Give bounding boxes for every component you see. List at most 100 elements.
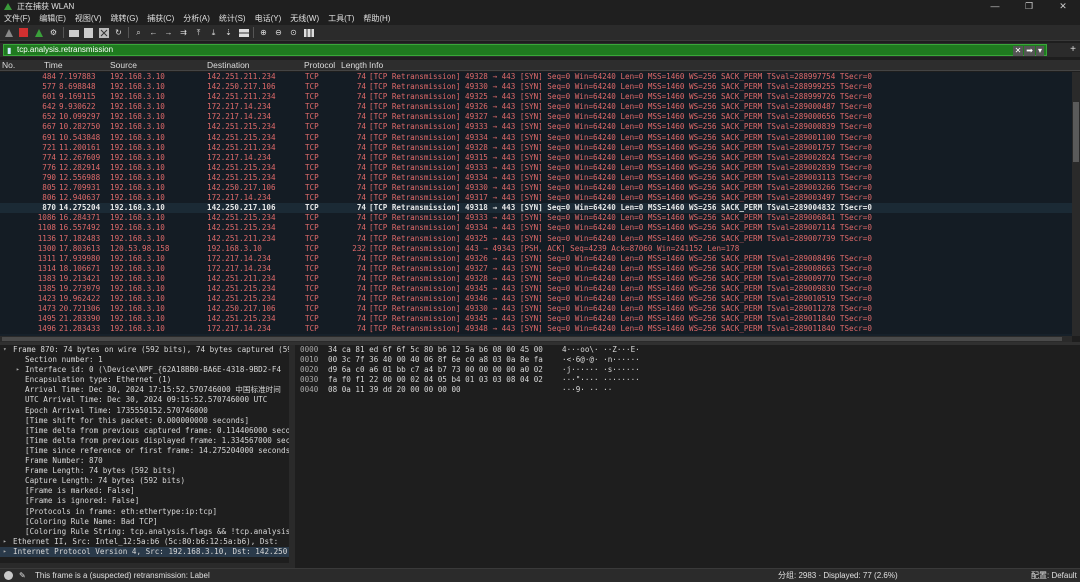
packet-row[interactable]: 805 12.709931 192.168.3.10 142.250.217.106 T…: [0, 183, 1072, 194]
resize-columns-icon[interactable]: [303, 27, 314, 38]
detail-tree-item[interactable]: [Frame is ignored: False]: [0, 496, 289, 506]
last-packet-icon[interactable]: ⤓: [208, 27, 219, 38]
menu-telephony[interactable]: 电话(Y): [255, 13, 282, 24]
hex-row[interactable]: 0020 d9 6a c0 a6 01 bb c7 a4 b7 73 00 00 …: [296, 365, 1080, 375]
packet-row[interactable]: 691 10.543848 192.168.3.10 142.251.215.234 T…: [0, 132, 1072, 143]
detail-tree-item[interactable]: Section number: 1: [0, 355, 289, 365]
normal-size-icon[interactable]: ⊙: [288, 27, 299, 38]
packet-row[interactable]: 1136 17.182483 192.168.3.10 142.251.211.234…: [0, 233, 1072, 244]
packet-row[interactable]: 1383 19.213421 192.168.3.10 142.251.211.234…: [0, 273, 1072, 284]
hex-row[interactable]: 0000 34 ca 81 ed 6f 6f 5c 80 b6 12 5a b6 …: [296, 345, 1080, 355]
scrollbar-thumb[interactable]: [2, 337, 1062, 341]
detail-tree-item[interactable]: Frame Number: 870: [0, 456, 289, 466]
detail-tree-item[interactable]: Encapsulation type: Ethernet (1): [0, 375, 289, 385]
menu-capture[interactable]: 捕获(C): [147, 13, 174, 24]
packet-row[interactable]: 652 10.099297 192.168.3.10 172.217.14.234 TC…: [0, 112, 1072, 123]
clear-filter-icon[interactable]: ✕: [1012, 46, 1024, 56]
recent-filters-chevron-icon[interactable]: ▾: [1035, 46, 1044, 56]
column-header-length[interactable]: Length: [341, 60, 367, 71]
bookmark-icon[interactable]: ▮: [7, 46, 11, 55]
detail-tree-item[interactable]: Frame Length: 74 bytes (592 bits): [0, 466, 289, 476]
reload-file-icon[interactable]: ↻: [113, 27, 124, 38]
display-filter-input[interactable]: ▮ tcp.analysis.retransmission ✕ ➡ ▾: [3, 44, 1047, 56]
add-filter-button-icon[interactable]: +: [1070, 43, 1076, 57]
column-header-time[interactable]: Time: [44, 60, 63, 71]
hex-row[interactable]: 0040 08 0a 11 39 dd 20 00 00 00 00 ···9· ·…: [296, 385, 1080, 395]
detail-tree-item[interactable]: [Coloring Rule Name: Bad TCP]: [0, 517, 289, 527]
collapse-arrow-icon[interactable]: ▸: [16, 365, 20, 375]
hex-row[interactable]: 0010 00 3c 7f 36 40 00 40 06 8f 6e c0 a8 …: [296, 355, 1080, 365]
column-header-protocol[interactable]: Protocol: [304, 60, 335, 71]
close-file-icon[interactable]: [98, 27, 109, 38]
hex-row[interactable]: 0030 fa f0 f1 22 00 00 02 04 05 b4 01 03 …: [296, 375, 1080, 385]
colorize-icon[interactable]: [238, 27, 249, 38]
packet-row[interactable]: 1300 17.803613 120.53.98.158 192.168.3.10 TC…: [0, 243, 1072, 254]
packet-row[interactable]: 790 12.556988 192.168.3.10 142.251.215.234 T…: [0, 172, 1072, 184]
go-forward-arrow-icon[interactable]: →: [163, 27, 174, 38]
collapse-arrow-icon[interactable]: ▸: [3, 547, 7, 557]
column-header-info[interactable]: Info: [369, 60, 383, 71]
display-filter-text[interactable]: tcp.analysis.retransmission: [17, 45, 113, 55]
packet-list-vertical-scrollbar[interactable]: [1072, 72, 1080, 336]
column-header-destination[interactable]: Destination: [207, 60, 250, 71]
packet-row[interactable]: 577 8.698848 192.168.3.10 142.250.217.106 TC…: [0, 82, 1072, 93]
packet-row[interactable]: 806 12.940637 192.168.3.10 172.217.14.234 TC…: [0, 193, 1072, 204]
packet-bytes-pane[interactable]: 0000 34 ca 81 ed 6f 6f 5c 80 b6 12 5a b6 …: [296, 345, 1080, 568]
detail-tree-item[interactable]: ▾ Frame 870: 74 bytes on wire (592 bits),…: [0, 345, 289, 355]
detail-tree-item[interactable]: [Protocols in frame: eth:ethertype:ip:tc…: [0, 507, 289, 517]
detail-tree-item[interactable]: Arrival Time: Dec 30, 2024 17:15:52.5707…: [0, 385, 289, 395]
packet-details-tree[interactable]: ▾ Frame 870: 74 bytes on wire (592 bits),…: [0, 345, 289, 563]
expert-info-icon[interactable]: [4, 571, 13, 580]
detail-tree-item[interactable]: Epoch Arrival Time: 1735550152.570746000: [0, 406, 289, 416]
menu-statistics[interactable]: 统计(S): [219, 13, 246, 24]
menu-analyze[interactable]: 分析(A): [183, 13, 210, 24]
profile-label[interactable]: 配置: Default: [1031, 569, 1077, 582]
packet-list[interactable]: 484 7.197883 192.168.3.10 142.251.211.234 TC…: [0, 72, 1072, 336]
menu-wireless[interactable]: 无线(W): [290, 13, 319, 24]
save-file-icon[interactable]: [83, 27, 94, 38]
packet-row[interactable]: 1086 16.284371 192.168.3.10 142.251.215.234…: [0, 213, 1072, 224]
open-file-icon[interactable]: [68, 27, 79, 38]
column-header-no[interactable]: No.: [2, 60, 15, 71]
packet-row[interactable]: 642 9.930622 192.168.3.10 172.217.14.234 TCP…: [0, 102, 1072, 113]
first-packet-icon[interactable]: ⤒: [193, 27, 204, 38]
detail-tree-item[interactable]: [Time since reference or first frame: 14…: [0, 446, 289, 456]
details-vertical-scrollbar[interactable]: [289, 345, 295, 563]
menu-help[interactable]: 帮助(H): [363, 13, 390, 24]
scrollbar-thumb[interactable]: [1073, 102, 1079, 162]
packet-row[interactable]: 667 10.282750 192.168.3.10 142.251.215.234 T…: [0, 122, 1072, 133]
go-to-packet-icon[interactable]: ⇉: [178, 27, 189, 38]
restart-capture-icon[interactable]: [33, 27, 44, 38]
collapse-arrow-icon[interactable]: ▸: [3, 537, 7, 547]
detail-tree-item[interactable]: Capture Length: 74 bytes (592 bits): [0, 476, 289, 486]
packet-row[interactable]: 721 11.200161 192.168.3.10 142.251.211.234 T…: [0, 142, 1072, 153]
start-capture-fin-icon[interactable]: [3, 27, 14, 38]
packet-row[interactable]: 1311 17.939980 192.168.3.10 172.217.14.234 T…: [0, 253, 1072, 264]
detail-tree-item[interactable]: ▸ Internet Protocol Version 4, Src: 192.1…: [0, 546, 289, 557]
packet-row[interactable]: 774 12.267609 192.168.3.10 172.217.14.234 TC…: [0, 152, 1072, 163]
capture-file-properties-icon[interactable]: ✎: [19, 569, 26, 582]
packet-row[interactable]: 1108 16.557492 192.168.3.10 142.251.215.234…: [0, 223, 1072, 234]
capture-options-gear-icon[interactable]: ⚙: [48, 27, 59, 38]
find-packet-search-icon[interactable]: ⌕: [133, 27, 144, 38]
packet-row[interactable]: 1496 21.283433 192.168.3.10 172.217.14.234 T…: [0, 324, 1072, 335]
packet-row[interactable]: 601 9.169115 192.168.3.10 142.251.211.234 TC…: [0, 92, 1072, 103]
apply-filter-icon[interactable]: ➡: [1024, 46, 1035, 56]
minimize-icon[interactable]: —: [978, 0, 1012, 12]
packet-row[interactable]: 1385 19.273979 192.168.3.10 142.251.215.234…: [0, 283, 1072, 295]
packet-row[interactable]: 870 14.275204 192.168.3.10 142.250.217.106 T…: [0, 203, 1072, 214]
packet-row[interactable]: 776 12.282914 192.168.3.10 142.251.215.234 T…: [0, 162, 1072, 173]
menu-file[interactable]: 文件(F): [4, 13, 30, 24]
zoom-out-icon[interactable]: ⊖: [273, 27, 284, 38]
packet-row[interactable]: 1495 21.283390 192.168.3.10 142.251.215.234…: [0, 314, 1072, 325]
packet-row[interactable]: 1473 20.721306 192.168.3.10 142.250.217.106…: [0, 304, 1072, 315]
menu-view[interactable]: 视图(V): [75, 13, 102, 24]
detail-tree-item[interactable]: [Time delta from previous displayed fram…: [0, 436, 289, 446]
auto-scroll-icon[interactable]: ⇣: [223, 27, 234, 38]
packet-row[interactable]: 1423 19.962422 192.168.3.10 142.251.215.234…: [0, 294, 1072, 305]
go-back-arrow-icon[interactable]: ←: [148, 27, 159, 38]
detail-tree-item[interactable]: UTC Arrival Time: Dec 30, 2024 09:15:52.…: [0, 395, 289, 405]
menu-go[interactable]: 跳转(G): [111, 13, 139, 24]
menu-edit[interactable]: 编辑(E): [39, 13, 66, 24]
detail-tree-item[interactable]: [Time shift for this packet: 0.000000000…: [0, 416, 289, 426]
